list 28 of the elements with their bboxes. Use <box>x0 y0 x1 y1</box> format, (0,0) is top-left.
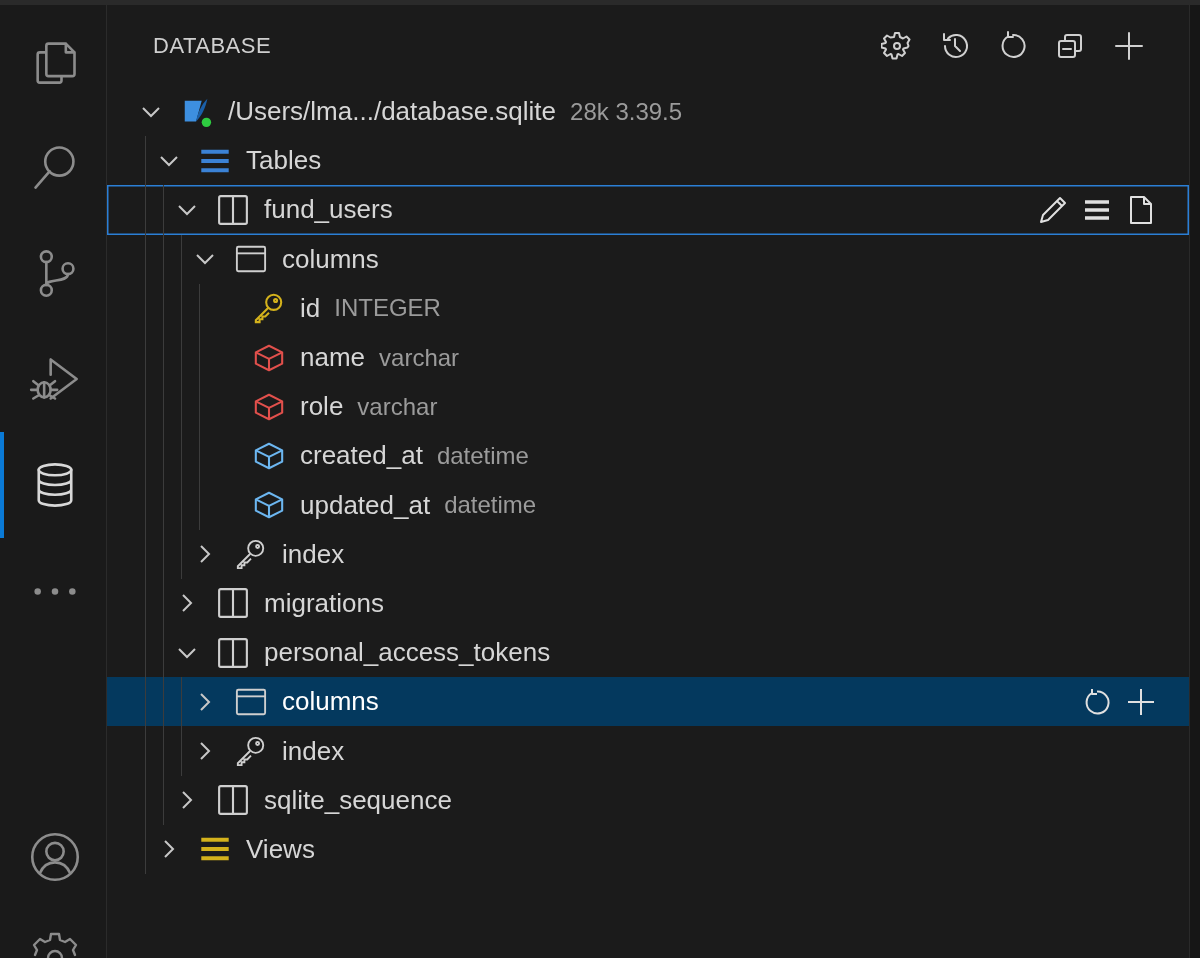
tree-item[interactable]: updated_at datetime <box>107 480 1189 530</box>
tree-item[interactable]: name varchar <box>107 332 1189 383</box>
table-icon <box>217 587 249 620</box>
table-icon <box>217 636 249 669</box>
tree-item[interactable]: columns <box>107 234 1189 284</box>
tree-item[interactable]: index <box>107 726 1189 776</box>
table-icon <box>217 193 249 226</box>
pencil-icon[interactable] <box>1038 194 1068 225</box>
tree-item[interactable]: created_at datetime <box>107 431 1189 481</box>
key-icon <box>235 735 267 768</box>
key-icon <box>235 538 267 571</box>
tree-item[interactable]: migrations <box>107 578 1189 629</box>
add-icon[interactable] <box>1113 30 1145 62</box>
tree-item[interactable]: fund_users <box>107 185 1189 235</box>
tree-item[interactable]: /Users/lma.../database.sqlite 28k 3.39.5 <box>107 87 1189 137</box>
tree-item[interactable]: id INTEGER <box>107 283 1189 333</box>
tree-item[interactable]: Views <box>107 824 1189 874</box>
tree-item[interactable]: personal_access_tokens <box>107 628 1189 678</box>
tree-item[interactable]: Tables <box>107 136 1189 186</box>
tree-item[interactable]: index <box>107 529 1189 579</box>
add-icon[interactable] <box>1126 686 1156 717</box>
account-icon <box>29 831 81 883</box>
tree-item[interactable]: columns <box>107 677 1189 727</box>
panel-title: DATABASE <box>153 33 272 59</box>
tree-item[interactable]: role varchar <box>107 382 1189 432</box>
table-icon <box>217 784 249 817</box>
tree-item[interactable]: sqlite_sequence <box>107 775 1189 825</box>
settings-icon[interactable] <box>881 30 913 62</box>
